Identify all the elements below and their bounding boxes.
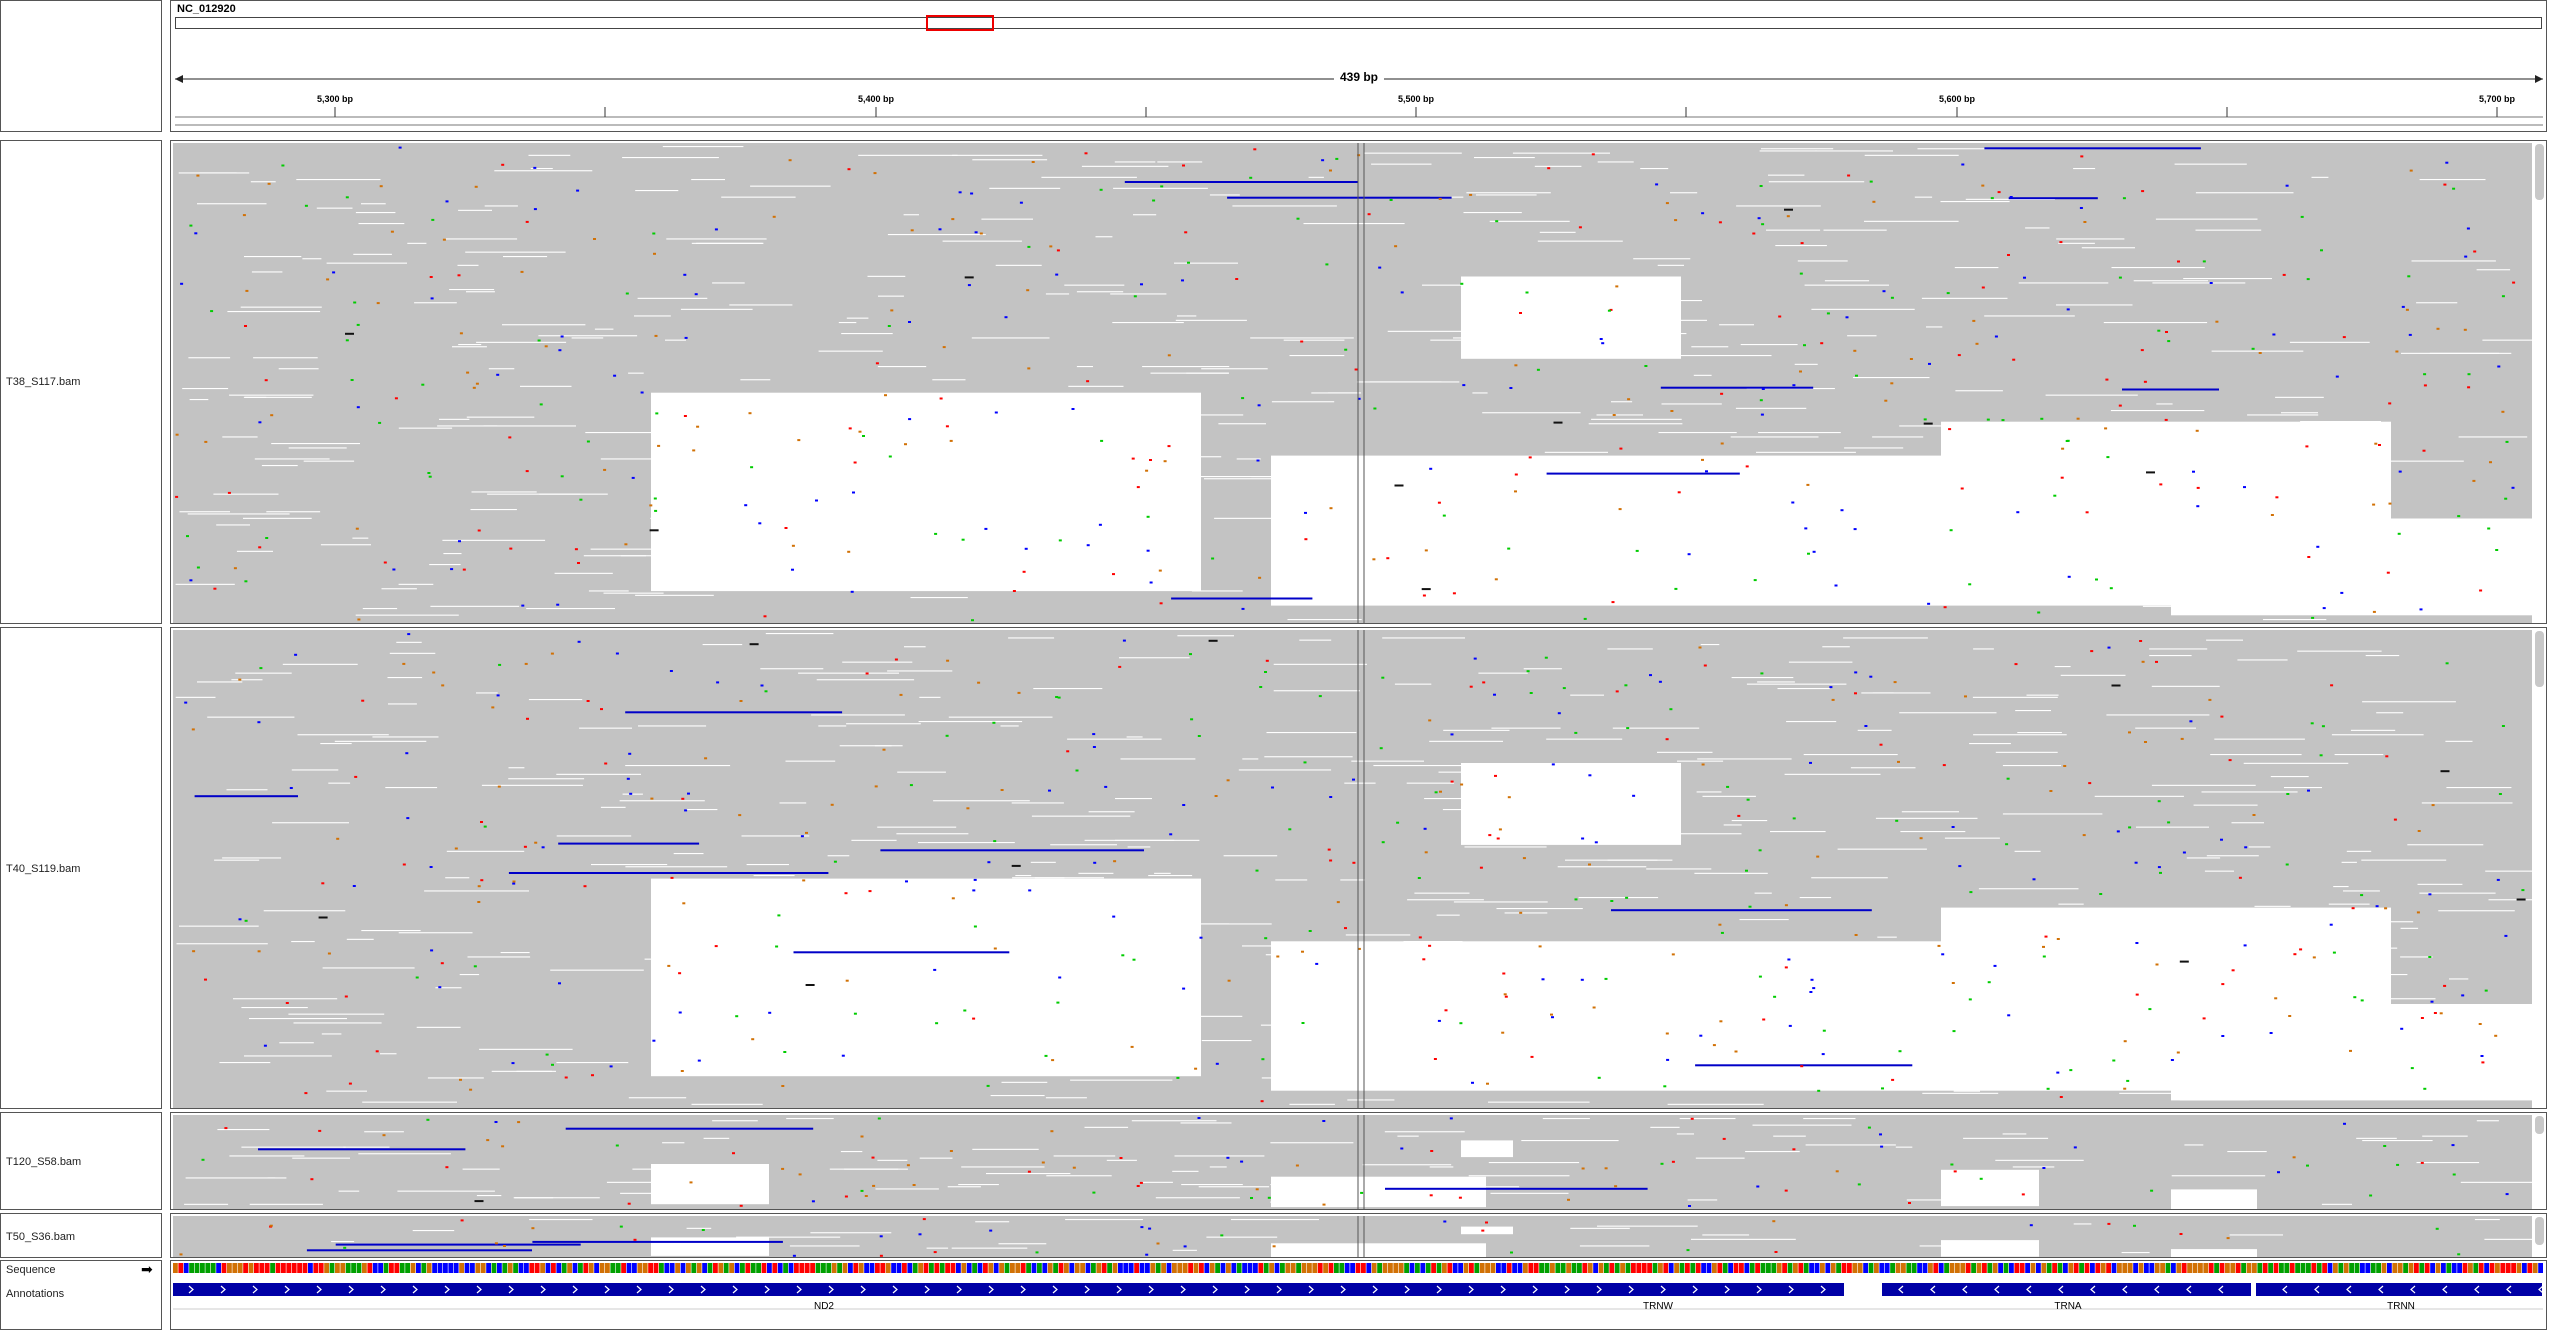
track-name-t38[interactable]: T38_S117.bam xyxy=(6,376,80,388)
feature-label-trnw[interactable]: TRNW xyxy=(1643,1301,1673,1312)
scrollbar-t38[interactable] xyxy=(2535,144,2544,200)
gene-trnw xyxy=(1882,1283,2251,1296)
gene-trna xyxy=(2256,1283,2542,1296)
track-name-panel-2[interactable]: T40_S119.bam xyxy=(0,627,162,1109)
alignment-panel-t40[interactable] xyxy=(170,627,2547,1109)
scrollbar-t120[interactable] xyxy=(2535,1116,2544,1134)
feature-label-nd2[interactable]: ND2 xyxy=(814,1301,834,1312)
sequence-track-label[interactable]: Sequence xyxy=(6,1264,56,1276)
track-name-t50[interactable]: T50_S36.bam xyxy=(6,1231,75,1243)
annotations-track-label[interactable]: Annotations xyxy=(6,1288,64,1300)
ruler-graphics xyxy=(175,75,2543,126)
ruler-tick-label: 5,700 bp xyxy=(2478,94,2516,104)
scrollbar-t40[interactable] xyxy=(2535,631,2544,687)
gene-nd2 xyxy=(173,1283,1844,1296)
track-name-t120[interactable]: T120_S58.bam xyxy=(6,1156,81,1168)
alignment-reads[interactable] xyxy=(171,1214,2547,1258)
ruler-tick-label: 5,500 bp xyxy=(1397,94,1435,104)
alignment-panel-t38[interactable] xyxy=(170,140,2547,624)
track-name-t40[interactable]: T40_S119.bam xyxy=(6,863,80,875)
locus-span: 439 bp xyxy=(1333,70,1385,84)
scrollbar-t50[interactable] xyxy=(2535,1217,2544,1245)
alignment-reads[interactable] xyxy=(171,141,2547,624)
feature-label-trna[interactable]: TRNA xyxy=(2054,1301,2081,1312)
feature-panel[interactable]: ND2 TRNW TRNA TRNN xyxy=(170,1260,2547,1330)
track-name-panel-1[interactable]: T38_S117.bam xyxy=(0,140,162,624)
alignment-reads[interactable] xyxy=(171,1113,2547,1210)
feature-name-panel: Sequence ➡ Annotations xyxy=(0,1260,162,1330)
alignment-panel-t120[interactable] xyxy=(170,1112,2547,1210)
alignment-panel-t50[interactable] xyxy=(170,1213,2547,1258)
reference-sequence-bars xyxy=(173,1263,2543,1273)
feature-label-trnn[interactable]: TRNN xyxy=(2387,1301,2415,1312)
ruler-tick-label: 5,300 bp xyxy=(316,94,354,104)
ruler-tick-label: 5,400 bp xyxy=(857,94,895,104)
header-name-panel xyxy=(0,0,162,132)
ruler-panel[interactable]: NC_012920 439 bp 5,300 bp 5,400 bp 5,500… xyxy=(170,0,2547,132)
track-name-panel-4[interactable]: T50_S36.bam xyxy=(0,1213,162,1258)
track-name-panel-3[interactable]: T120_S58.bam xyxy=(0,1112,162,1210)
ruler-tick-label: 5,600 bp xyxy=(1938,94,1976,104)
strand-arrow-icon[interactable]: ➡ xyxy=(141,1261,153,1278)
sequence-and-gene-graphics[interactable] xyxy=(171,1261,2547,1330)
alignment-reads[interactable] xyxy=(171,628,2547,1109)
